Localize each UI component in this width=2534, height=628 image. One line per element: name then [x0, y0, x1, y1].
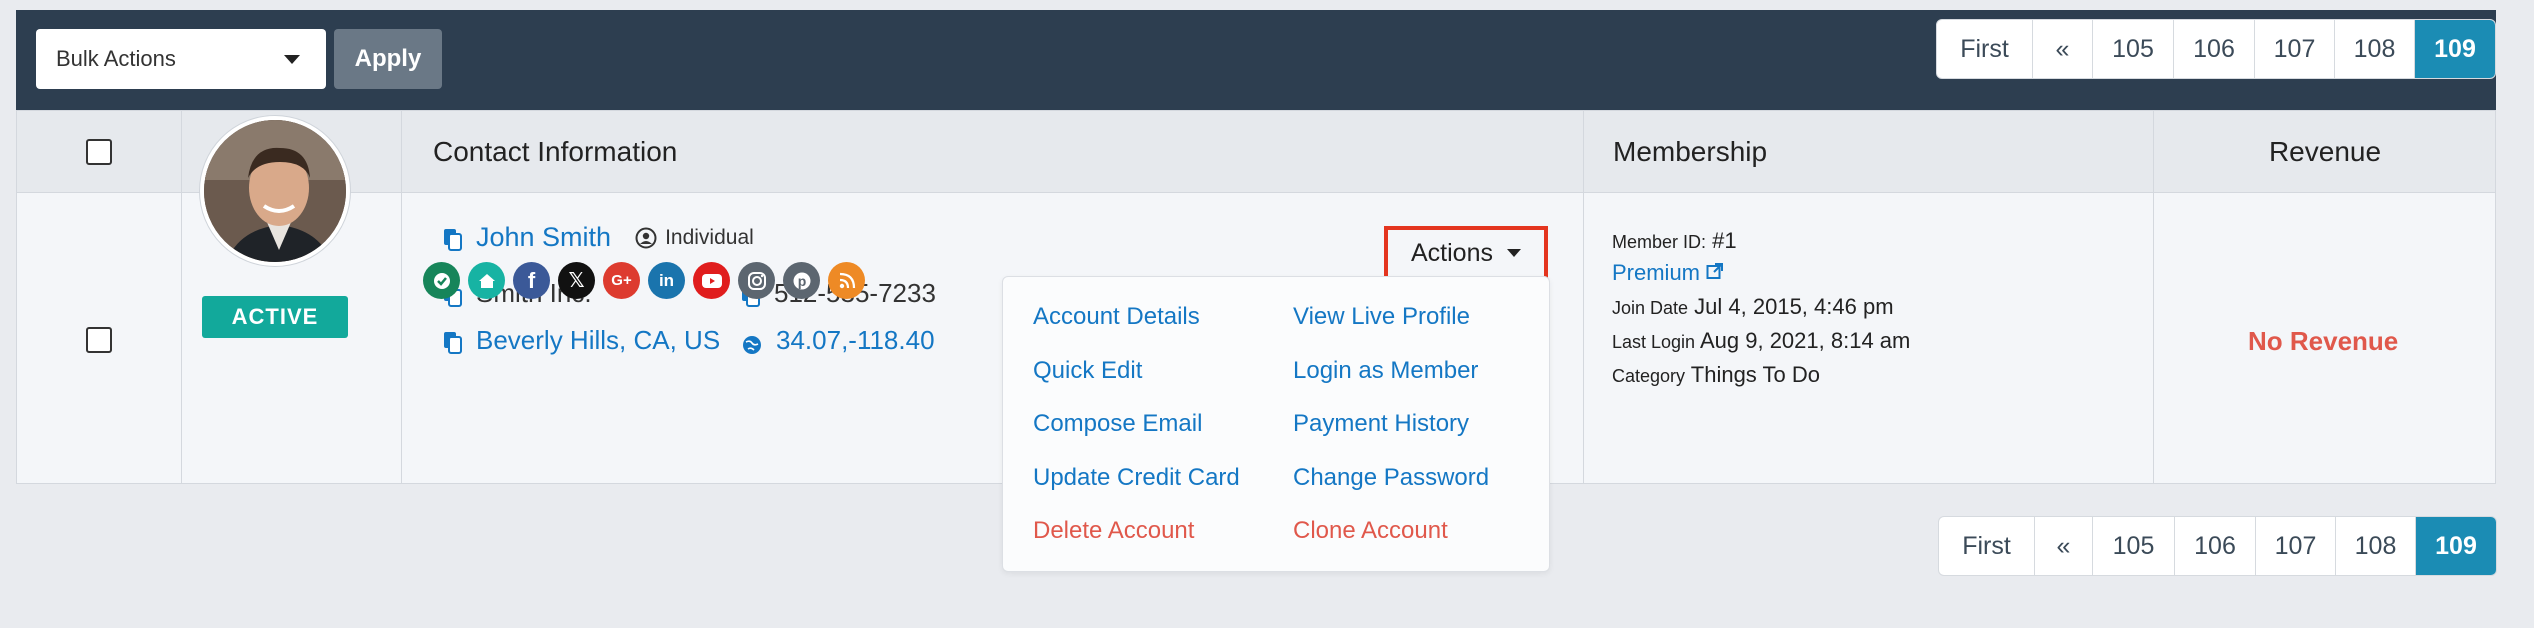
x-icon[interactable]: 𝕏: [558, 262, 595, 299]
page-first[interactable]: First: [1939, 517, 2035, 575]
page-107[interactable]: 107: [2255, 20, 2335, 78]
menu-view-live-profile[interactable]: View Live Profile: [1293, 303, 1470, 331]
contact-name-link[interactable]: John Smith: [476, 222, 611, 253]
actions-button[interactable]: Actions: [1384, 226, 1548, 280]
google-plus-icon[interactable]: G+: [603, 262, 640, 299]
menu-compose-email[interactable]: Compose Email: [1033, 410, 1202, 438]
menu-quick-edit[interactable]: Quick Edit: [1033, 357, 1142, 385]
check-icon[interactable]: [423, 262, 460, 299]
last-login-row: Last Login Aug 9, 2021, 8:14 am: [1612, 328, 1910, 354]
copy-icon[interactable]: [444, 227, 462, 251]
page-106[interactable]: 106: [2175, 517, 2256, 575]
page-106[interactable]: 106: [2174, 20, 2255, 78]
avatar[interactable]: [200, 116, 350, 266]
facebook-icon[interactable]: f: [513, 262, 550, 299]
category-value: Things To Do: [1690, 362, 1820, 387]
menu-clone-account[interactable]: Clone Account: [1293, 517, 1448, 545]
location-row: Beverly Hills, CA, US: [444, 325, 720, 356]
join-date-label: Join Date: [1612, 298, 1689, 318]
status-badge: ACTIVE: [202, 296, 348, 338]
page-first[interactable]: First: [1937, 20, 2033, 78]
page-109-current[interactable]: 109: [2415, 20, 2495, 78]
copy-icon[interactable]: [444, 330, 462, 354]
membership-level-row: Premium: [1612, 260, 1724, 286]
bulk-actions-select[interactable]: Bulk Actions: [36, 29, 326, 89]
page-prev[interactable]: «: [2033, 20, 2093, 78]
social-links: f 𝕏 G+ in p: [423, 262, 865, 299]
select-all-checkbox[interactable]: [86, 139, 112, 165]
chevron-down-icon: [284, 55, 300, 64]
join-date-value: Jul 4, 2015, 4:46 pm: [1694, 294, 1894, 319]
row-checkbox[interactable]: [86, 327, 112, 353]
membership-level-link[interactable]: Premium: [1612, 260, 1700, 286]
last-login-label: Last Login: [1612, 332, 1696, 352]
menu-update-credit-card[interactable]: Update Credit Card: [1033, 464, 1240, 492]
menu-payment-history[interactable]: Payment History: [1293, 410, 1469, 438]
contact-name-row: John Smith Individual: [444, 222, 754, 253]
page-108[interactable]: 108: [2335, 20, 2415, 78]
globe-icon: [742, 331, 762, 354]
header-contact-information[interactable]: Contact Information: [433, 111, 677, 193]
bulk-actions-label: Bulk Actions: [56, 46, 176, 71]
page-107[interactable]: 107: [2256, 517, 2336, 575]
member-id-label: Member ID:: [1612, 232, 1707, 252]
page-109-current[interactable]: 109: [2416, 517, 2496, 575]
member-id-row: Member ID: #1: [1612, 228, 1737, 254]
pagination-top: First « 105 106 107 108 109: [1936, 19, 2496, 79]
menu-delete-account[interactable]: Delete Account: [1033, 517, 1194, 545]
header-revenue[interactable]: Revenue: [2153, 111, 2497, 193]
pagination-bottom: First « 105 106 107 108 109: [1938, 516, 2497, 576]
last-login-value: Aug 9, 2021, 8:14 am: [1699, 328, 1911, 353]
home-icon[interactable]: [468, 262, 505, 299]
category-label: Category: [1612, 366, 1686, 386]
actions-dropdown-menu: Account Details Quick Edit Compose Email…: [1002, 276, 1550, 572]
header-membership[interactable]: Membership: [1613, 111, 1767, 193]
actions-label: Actions: [1411, 238, 1493, 267]
member-id-value: #1: [1712, 228, 1737, 253]
external-link-icon[interactable]: [1706, 260, 1724, 286]
menu-change-password[interactable]: Change Password: [1293, 464, 1489, 492]
menu-login-as-member[interactable]: Login as Member: [1293, 357, 1478, 385]
apply-button[interactable]: Apply: [334, 29, 442, 89]
location-link[interactable]: Beverly Hills, CA, US: [476, 325, 720, 356]
column-divider: [1583, 111, 1584, 483]
svg-text:p: p: [797, 273, 806, 289]
join-date-row: Join Date Jul 4, 2015, 4:46 pm: [1612, 294, 1894, 320]
page-108[interactable]: 108: [2336, 517, 2416, 575]
page-prev[interactable]: «: [2035, 517, 2093, 575]
user-circle-icon: [635, 227, 657, 248]
linkedin-icon[interactable]: in: [648, 262, 685, 299]
page-105[interactable]: 105: [2093, 517, 2175, 575]
contact-type: Individual: [635, 226, 754, 250]
instagram-icon[interactable]: [738, 262, 775, 299]
page-105[interactable]: 105: [2093, 20, 2174, 78]
category-row: Category Things To Do: [1612, 362, 1820, 388]
rss-icon[interactable]: [828, 262, 865, 299]
youtube-icon[interactable]: [693, 262, 730, 299]
pinterest-icon[interactable]: p: [783, 262, 820, 299]
coordinates-link[interactable]: 34.07,-118.40: [776, 325, 935, 356]
column-divider: [401, 111, 402, 483]
chevron-down-icon: [1506, 249, 1521, 257]
menu-account-details[interactable]: Account Details: [1033, 303, 1200, 331]
contact-type-label: Individual: [665, 225, 754, 249]
revenue-value: No Revenue: [2248, 326, 2399, 356]
coordinates-row: 34.07,-118.40: [742, 325, 935, 356]
